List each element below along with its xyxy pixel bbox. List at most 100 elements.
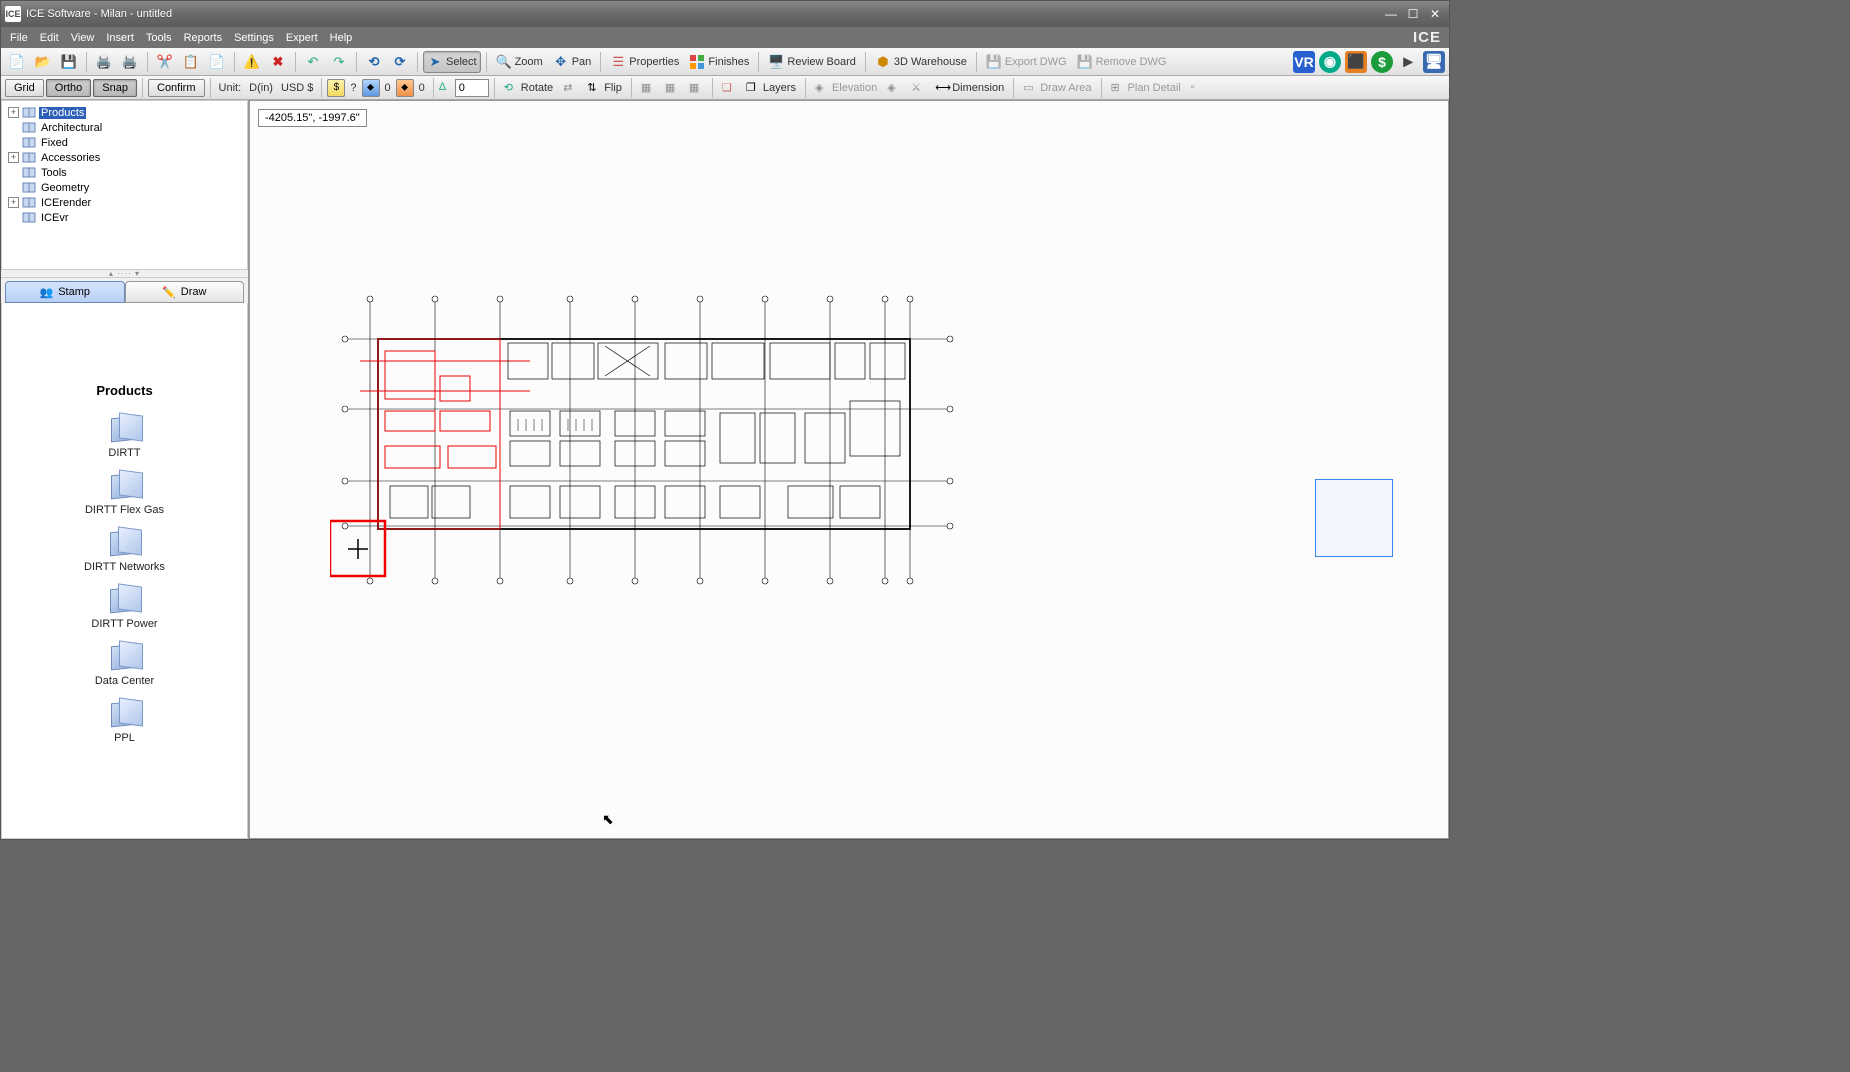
tree-item-icevr[interactable]: ICEvr bbox=[6, 210, 243, 225]
minimize-button[interactable]: — bbox=[1381, 6, 1401, 22]
pricing-button[interactable]: $ bbox=[1371, 51, 1393, 73]
tab-draw[interactable]: ✏️ Draw bbox=[125, 281, 245, 303]
undo-button[interactable]: ↶ bbox=[301, 51, 325, 73]
tree-item-fixed[interactable]: Fixed bbox=[6, 135, 243, 150]
delta-input[interactable]: 0 bbox=[455, 79, 489, 97]
pan-button[interactable]: ✥Pan bbox=[549, 51, 596, 73]
print-area-button[interactable]: 🖨️ bbox=[118, 51, 142, 73]
cost-help-button[interactable]: $ bbox=[327, 79, 345, 97]
toolbar-sub: Grid Ortho Snap Confirm Unit: D(in) USD … bbox=[1, 76, 1449, 100]
product-item-networks[interactable]: DIRTT Networks bbox=[84, 528, 165, 573]
tree-item-accessories[interactable]: + Accessories bbox=[6, 150, 243, 165]
plan-detail-button[interactable]: ⊞Plan Detail bbox=[1107, 77, 1185, 99]
open-button[interactable]: 📂 bbox=[31, 51, 55, 73]
separator bbox=[234, 52, 235, 72]
menu-view[interactable]: View bbox=[65, 30, 101, 46]
properties-button[interactable]: ☰Properties bbox=[606, 51, 683, 73]
tree-view[interactable]: + Products Architectural Fixed + bbox=[1, 100, 248, 270]
cut-button[interactable]: ✂️ bbox=[153, 51, 177, 73]
print-button[interactable]: 🖨️ bbox=[92, 51, 116, 73]
canvas[interactable]: -4205.15", -1997.6" bbox=[249, 100, 1449, 839]
tree-item-icerender[interactable]: + ICErender bbox=[6, 195, 243, 210]
menu-file[interactable]: File bbox=[4, 30, 34, 46]
minimap[interactable] bbox=[1315, 479, 1393, 557]
currency-value[interactable]: USD $ bbox=[278, 82, 316, 94]
menu-insert[interactable]: Insert bbox=[100, 30, 140, 46]
close-button[interactable]: ✕ bbox=[1425, 6, 1445, 22]
align-2-button[interactable]: ▦ bbox=[661, 77, 683, 99]
globe-button[interactable]: ◉ bbox=[1319, 51, 1341, 73]
tree-item-architectural[interactable]: Architectural bbox=[6, 120, 243, 135]
expand-icon[interactable]: + bbox=[8, 107, 19, 118]
confirm-button[interactable]: Confirm bbox=[148, 79, 205, 97]
monitor-button[interactable]: 🖥 bbox=[1423, 51, 1445, 73]
count-b-button[interactable]: ⬥ bbox=[396, 79, 414, 97]
select-button[interactable]: ➤Select bbox=[423, 51, 481, 73]
menu-reports[interactable]: Reports bbox=[178, 30, 229, 46]
splitter[interactable]: ▴ ···· ▾ bbox=[1, 270, 248, 278]
tree-item-geometry[interactable]: Geometry bbox=[6, 180, 243, 195]
menu-expert[interactable]: Expert bbox=[280, 30, 324, 46]
book-icon bbox=[22, 152, 36, 163]
expand-button[interactable]: ▸ bbox=[1397, 51, 1419, 73]
expand-icon[interactable]: + bbox=[8, 152, 19, 163]
menu-help[interactable]: Help bbox=[324, 30, 359, 46]
paste-button[interactable]: 📄 bbox=[205, 51, 229, 73]
menu-settings[interactable]: Settings bbox=[228, 30, 280, 46]
unit-value[interactable]: D(in) bbox=[246, 82, 276, 94]
ortho-toggle[interactable]: Ortho bbox=[46, 79, 92, 97]
warning-button[interactable]: ⚠️ bbox=[240, 51, 264, 73]
app-window: ICE ICE Software - Milan - untitled — ☐ … bbox=[0, 0, 1450, 840]
align-1-button[interactable]: ▦ bbox=[637, 77, 659, 99]
count-a-button[interactable]: ⬥ bbox=[362, 79, 380, 97]
product-item-data-center[interactable]: Data Center bbox=[95, 642, 154, 687]
new-button[interactable]: 📄 bbox=[5, 51, 29, 73]
grid-toggle[interactable]: Grid bbox=[5, 79, 44, 97]
undo-icon: ↶ bbox=[305, 54, 321, 70]
separator bbox=[417, 52, 418, 72]
export-dwg-button[interactable]: 💾Export DWG bbox=[982, 51, 1071, 73]
layers-button[interactable]: ❐Layers bbox=[742, 77, 800, 99]
product-item-power[interactable]: DIRTT Power bbox=[91, 585, 157, 630]
layers-button-a[interactable]: ❏ bbox=[718, 77, 740, 99]
vr-button[interactable]: VR bbox=[1293, 51, 1315, 73]
package-button[interactable]: ⬛ bbox=[1345, 51, 1367, 73]
product-item-flex-gas[interactable]: DIRTT Flex Gas bbox=[85, 471, 164, 516]
floorplan-drawing[interactable] bbox=[330, 291, 980, 611]
diamond-icon: ◈ bbox=[887, 81, 901, 95]
draw-area-button[interactable]: ▭Draw Area bbox=[1019, 77, 1095, 99]
warehouse-button[interactable]: ⬢3D Warehouse bbox=[871, 51, 971, 73]
zoom-button[interactable]: 🔍Zoom bbox=[492, 51, 547, 73]
elev-nav-button[interactable]: ◈ bbox=[883, 77, 905, 99]
save-button[interactable]: 💾 bbox=[57, 51, 81, 73]
elevation-button[interactable]: ◈Elevation bbox=[811, 77, 881, 99]
refresh-button[interactable]: ⟲ bbox=[362, 51, 386, 73]
tree-item-products[interactable]: + Products bbox=[6, 105, 243, 120]
expand-icon[interactable]: + bbox=[8, 197, 19, 208]
tab-stamp[interactable]: 👥 Stamp bbox=[5, 281, 125, 303]
finishes-button[interactable]: Finishes bbox=[685, 51, 753, 73]
elevation-icon: ◈ bbox=[815, 81, 829, 95]
tree-item-tools[interactable]: Tools bbox=[6, 165, 243, 180]
delete-button[interactable]: ✖ bbox=[266, 51, 290, 73]
copy-button[interactable]: 📋 bbox=[179, 51, 203, 73]
maximize-button[interactable]: ☐ bbox=[1403, 6, 1423, 22]
menu-tools[interactable]: Tools bbox=[140, 30, 178, 46]
separator bbox=[86, 52, 87, 72]
align-3-button[interactable]: ▦ bbox=[685, 77, 707, 99]
detail-extra-button[interactable]: ▫ bbox=[1187, 77, 1209, 99]
product-item-dirtt[interactable]: DIRTT bbox=[107, 414, 143, 459]
rotate-button[interactable]: ⟲Rotate bbox=[500, 77, 557, 99]
flip-h-button[interactable]: ⇄ bbox=[559, 77, 581, 99]
redo-button[interactable]: ↷ bbox=[327, 51, 351, 73]
menu-edit[interactable]: Edit bbox=[34, 30, 65, 46]
product-item-ppl[interactable]: PPL bbox=[107, 699, 143, 744]
remove-dwg-button[interactable]: 💾Remove DWG bbox=[1073, 51, 1171, 73]
reload-button[interactable]: ⟳ bbox=[388, 51, 412, 73]
snap-toggle[interactable]: Snap bbox=[93, 79, 137, 97]
section-button[interactable]: ⚔ bbox=[907, 77, 929, 99]
dimension-button[interactable]: ⟷Dimension bbox=[931, 77, 1008, 99]
folder-icon bbox=[107, 699, 143, 727]
flip-button[interactable]: ⇅Flip bbox=[583, 77, 626, 99]
review-board-button[interactable]: 🖥️Review Board bbox=[764, 51, 859, 73]
